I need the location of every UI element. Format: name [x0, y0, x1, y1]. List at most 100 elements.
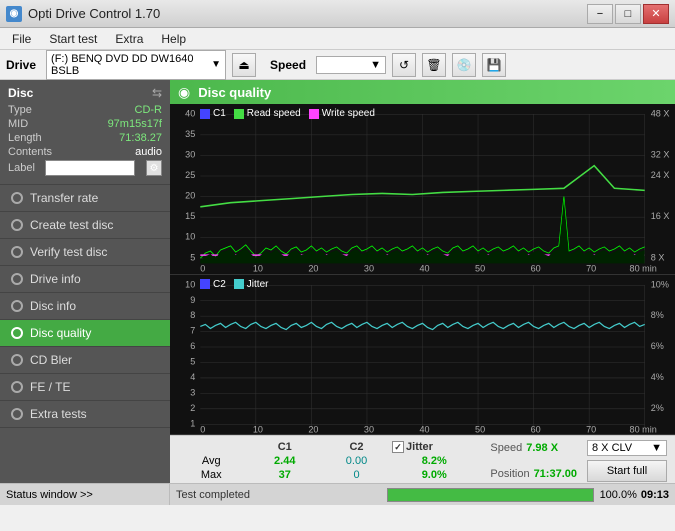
sidebar-item-transfer-rate[interactable]: Transfer rate	[0, 185, 170, 212]
stats-avg-c1: 2.44	[245, 454, 325, 468]
stats-row-avg: Avg 2.44 0.00 8.2%	[178, 454, 480, 468]
close-button[interactable]: ✕	[643, 4, 669, 24]
stats-max-label: Max	[178, 468, 245, 482]
disc-mid-val: 97m15s17f	[108, 118, 162, 130]
svg-text:20: 20	[308, 264, 318, 274]
verify-test-disc-label: Verify test disc	[30, 245, 107, 259]
stats-total-c2: 0	[325, 482, 388, 483]
speed-arrow: ▼	[370, 59, 381, 71]
svg-text:60: 60	[531, 424, 541, 434]
speed-label: Speed	[270, 58, 306, 72]
sidebar-item-create-test-disc[interactable]: Create test disc	[0, 212, 170, 239]
chart2-svg: 10 9 8 7 6 5 4 3 2 1 10% 8% 6% 4% 2%	[170, 275, 675, 435]
svg-text:2%: 2%	[651, 402, 664, 412]
minimize-button[interactable]: −	[587, 4, 613, 24]
stats-total-c1: 10470	[245, 482, 325, 483]
legend-read-box	[234, 109, 244, 119]
svg-text:10: 10	[185, 279, 195, 289]
clv-value: 8 X CLV	[592, 442, 632, 454]
disc-label-input[interactable]	[45, 160, 135, 176]
legend-write-box	[309, 109, 319, 119]
svg-text:60: 60	[531, 264, 541, 274]
disc-info-icon	[10, 299, 24, 313]
svg-text:25: 25	[185, 170, 195, 180]
sidebar-item-verify-test-disc[interactable]: Verify test disc	[0, 239, 170, 266]
erase-button[interactable]: 🗑	[422, 53, 446, 77]
save-button[interactable]: 💾	[482, 53, 506, 77]
create-test-disc-icon	[10, 218, 24, 232]
menu-start-test[interactable]: Start test	[41, 30, 105, 48]
disc-mid-key: MID	[8, 118, 28, 130]
main-layout: Disc ⇆ Type CD-R MID 97m15s17f Length 71…	[0, 80, 675, 483]
svg-text:0: 0	[200, 264, 205, 274]
drive-info-label: Drive info	[30, 272, 81, 286]
charts-area: C1 Read speed Write speed	[170, 104, 675, 435]
disc-length-key: Length	[8, 132, 42, 144]
extra-tests-icon	[10, 407, 24, 421]
disc-contents-val: audio	[135, 146, 162, 158]
svg-text:0: 0	[200, 424, 205, 434]
disc-panel-icon[interactable]: ⇆	[152, 86, 162, 100]
stats-total-label: Total	[178, 482, 245, 483]
legend-jitter: Jitter	[234, 279, 269, 290]
legend-jitter-label: Jitter	[247, 279, 269, 290]
disc-label-row: Label ⚙	[8, 160, 162, 176]
position-row: Position 71:37.00	[490, 468, 577, 480]
menu-extra[interactable]: Extra	[107, 30, 151, 48]
label-gear-button[interactable]: ⚙	[146, 160, 162, 176]
drive-combo-value: (F:) BENQ DVD DD DW1640 BSLB	[51, 53, 211, 77]
eject-button[interactable]: ⏏	[232, 53, 256, 77]
svg-text:30: 30	[185, 149, 195, 159]
menu-help[interactable]: Help	[153, 30, 194, 48]
jitter-checkbox[interactable]: ✓	[392, 441, 404, 453]
svg-text:80 min: 80 min	[630, 424, 657, 434]
menu-file[interactable]: File	[4, 30, 39, 48]
speed-key: Speed	[490, 442, 522, 454]
svg-text:8 X: 8 X	[651, 252, 665, 262]
disc-quality-label: Disc quality	[30, 326, 91, 340]
drive-info-icon	[10, 272, 24, 286]
svg-text:20: 20	[308, 424, 318, 434]
svg-text:80 min: 80 min	[630, 264, 657, 274]
burn-button[interactable]: 💿	[452, 53, 476, 77]
status-time: 09:13	[641, 489, 669, 501]
action-section: 8 X CLV ▼ Start full Start part	[587, 440, 667, 483]
disc-panel-header: Disc ⇆	[8, 86, 162, 100]
clv-combo[interactable]: 8 X CLV ▼	[587, 440, 667, 456]
legend-c1: C1	[200, 108, 226, 119]
svg-text:4: 4	[190, 372, 195, 382]
status-bar: Status window >> Test completed 100.0% 0…	[0, 483, 675, 505]
sidebar-item-disc-quality[interactable]: Disc quality	[0, 320, 170, 347]
legend-c2-label: C2	[213, 279, 226, 290]
progress-bar-container	[387, 488, 594, 502]
drive-combo[interactable]: (F:) BENQ DVD DD DW1640 BSLB ▼	[46, 50, 226, 80]
svg-text:8%: 8%	[651, 310, 664, 320]
sidebar-item-disc-info[interactable]: Disc info	[0, 293, 170, 320]
stats-row-max: Max 37 0 9.0%	[178, 468, 480, 482]
stats-total-jitter	[388, 482, 480, 483]
svg-text:10: 10	[253, 424, 263, 434]
position-val: 71:37.00	[534, 468, 577, 480]
start-full-button[interactable]: Start full	[587, 460, 667, 482]
maximize-button[interactable]: □	[615, 4, 641, 24]
svg-text:70: 70	[586, 424, 596, 434]
sidebar-item-extra-tests[interactable]: Extra tests	[0, 401, 170, 428]
sidebar-item-drive-info[interactable]: Drive info	[0, 266, 170, 293]
svg-text:6%: 6%	[651, 341, 664, 351]
refresh-button[interactable]: ↺	[392, 53, 416, 77]
sidebar-item-cd-bler[interactable]: CD Bler	[0, 347, 170, 374]
status-window-label: Status window >>	[6, 489, 93, 501]
svg-text:70: 70	[586, 264, 596, 274]
transfer-rate-label: Transfer rate	[30, 191, 98, 205]
disc-mid-row: MID 97m15s17f	[8, 118, 162, 130]
disc-quality-header: ◉ Disc quality	[170, 80, 675, 104]
drive-select: (F:) BENQ DVD DD DW1640 BSLB ▼	[46, 50, 226, 80]
legend-c1-box	[200, 109, 210, 119]
svg-text:30: 30	[364, 424, 374, 434]
sidebar-item-fe-te[interactable]: FE / TE	[0, 374, 170, 401]
chart1-container: C1 Read speed Write speed	[170, 104, 675, 275]
status-window-button[interactable]: Status window >>	[0, 484, 170, 505]
progress-label: 100.0%	[600, 489, 637, 501]
disc-info-label: Disc info	[30, 299, 76, 313]
speed-combo[interactable]: ▼	[316, 56, 386, 74]
